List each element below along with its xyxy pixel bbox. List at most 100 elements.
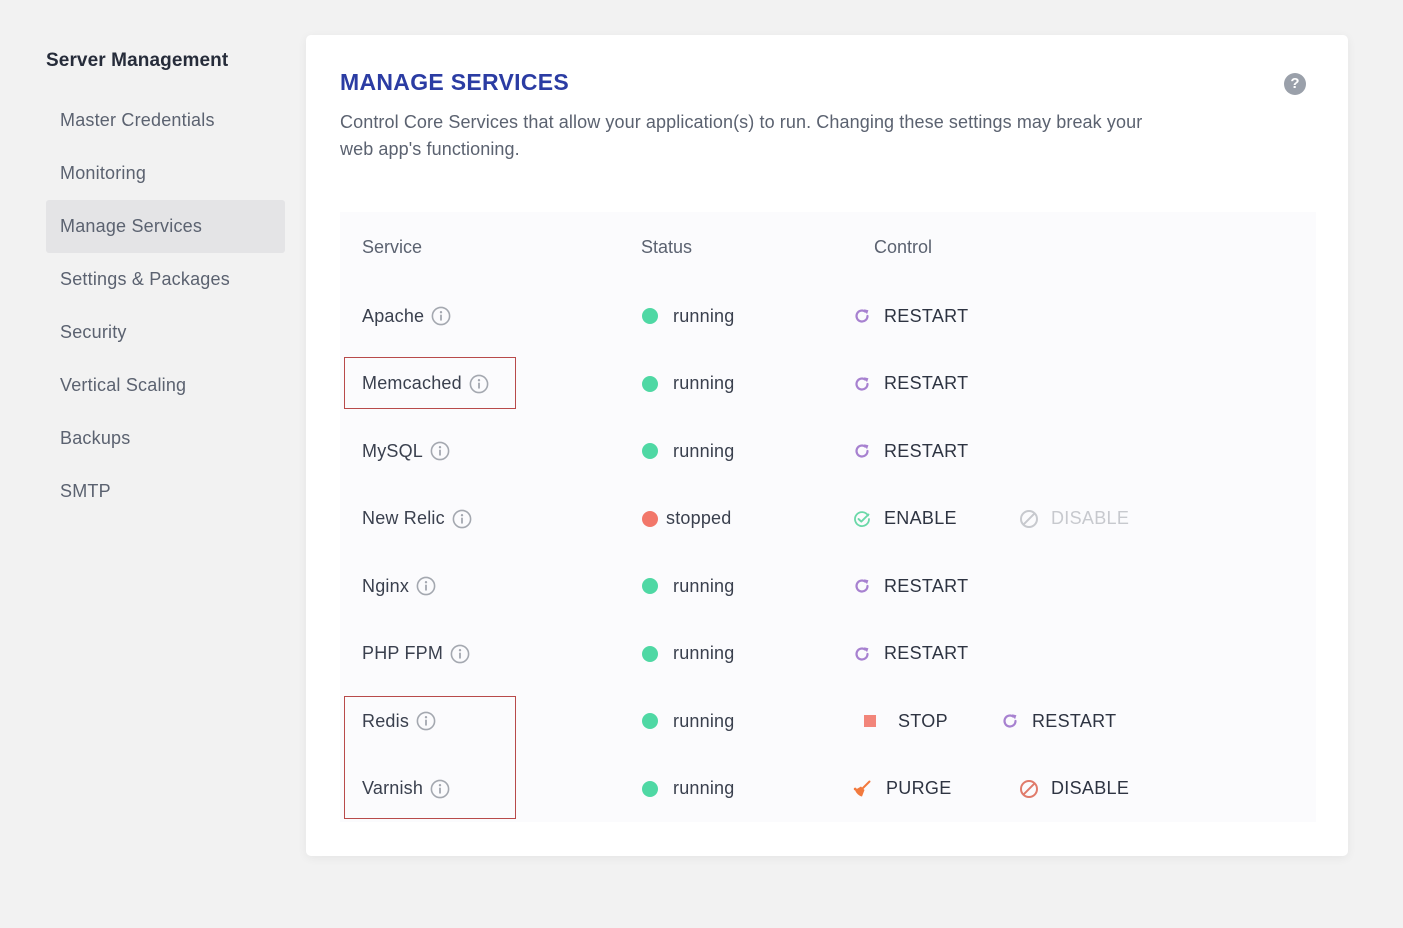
manage-services-card: MANAGE SERVICES ? Control Core Services … — [306, 35, 1348, 856]
restart-icon — [852, 441, 872, 461]
restart-icon — [852, 374, 872, 394]
info-icon[interactable] — [416, 576, 436, 596]
info-icon[interactable] — [416, 711, 436, 731]
status-cell: running — [642, 566, 734, 606]
table-row-new-relic: New Relic stopped ENABLE DISABLE — [340, 499, 1316, 539]
table-row-apache: Apache running RESTART — [340, 296, 1316, 336]
help-icon[interactable]: ? — [1284, 73, 1306, 95]
broom-icon — [852, 779, 872, 799]
table-row-memcached: Memcached running RESTART — [340, 364, 1316, 404]
sidebar-title: Server Management — [46, 50, 229, 71]
control-cell: RESTART — [852, 431, 968, 471]
restart-icon — [852, 644, 872, 664]
info-icon[interactable] — [469, 374, 489, 394]
status-text: running — [673, 575, 735, 596]
sidebar-item-security[interactable]: Security — [46, 306, 285, 359]
control-cell: ENABLE — [852, 499, 957, 539]
page-title: MANAGE SERVICES — [340, 69, 570, 95]
restart-button[interactable]: RESTART — [1000, 711, 1116, 732]
status-cell: running — [642, 769, 734, 809]
service-name: Nginx — [362, 575, 410, 596]
status-text: running — [673, 440, 735, 461]
status-indicator-icon — [642, 443, 658, 459]
disable-label: DISABLE — [1051, 778, 1130, 798]
stop-button[interactable]: STOP — [860, 711, 948, 732]
service-name: Memcached — [362, 373, 462, 393]
sidebar-item-monitoring[interactable]: Monitoring — [46, 147, 285, 200]
service-cell: Nginx — [362, 566, 436, 606]
column-header-status: Status — [641, 236, 693, 257]
service-cell: Apache — [362, 296, 451, 336]
table-row-redis: Redis running STOP RESTART — [340, 701, 1316, 741]
status-cell: running — [642, 431, 734, 471]
status-text: running — [673, 778, 735, 798]
info-icon[interactable] — [430, 441, 450, 461]
table-row-mysql: MySQL running RESTART — [340, 431, 1316, 471]
service-name: New Relic — [362, 508, 445, 528]
sidebar-item-manage-services[interactable]: Manage Services — [46, 200, 285, 253]
status-cell: stopped — [642, 499, 731, 539]
status-text: stopped — [666, 508, 732, 528]
restart-label: RESTART — [884, 305, 969, 326]
status-indicator-icon — [642, 308, 658, 324]
restart-button[interactable]: RESTART — [852, 306, 968, 327]
info-icon[interactable] — [452, 509, 472, 529]
info-icon[interactable] — [450, 644, 470, 664]
info-icon[interactable] — [430, 779, 450, 799]
restart-icon — [1000, 711, 1020, 731]
service-name: PHP FPM — [362, 643, 444, 663]
service-name: Redis — [362, 710, 410, 731]
restart-label: RESTART — [884, 575, 969, 596]
sidebar-item-smtp[interactable]: SMTP — [46, 465, 285, 518]
status-text: running — [673, 643, 735, 663]
table-row-varnish: Varnish running PURGE DISABLE — [340, 769, 1316, 809]
status-indicator-icon — [642, 645, 658, 662]
table-row-nginx: Nginx running RESTART — [340, 566, 1316, 606]
status-text: running — [673, 710, 735, 731]
status-indicator-icon — [642, 578, 658, 594]
services-table: Service Status Control Apache running RE… — [340, 212, 1316, 822]
status-indicator-icon — [642, 510, 658, 527]
sidebar-item-settings-packages[interactable]: Settings & Packages — [46, 253, 285, 306]
disable-label: DISABLE — [1051, 508, 1130, 528]
control-cell: RESTART — [852, 634, 968, 674]
column-header-service: Service — [362, 236, 423, 257]
enable-button[interactable]: ENABLE — [852, 508, 957, 529]
disable-button[interactable]: DISABLE — [1019, 778, 1129, 799]
disable-button: DISABLE — [1019, 508, 1129, 529]
service-cell: Memcached — [362, 364, 489, 404]
sidebar-item-master-credentials[interactable]: Master Credentials — [46, 94, 285, 147]
disable-icon — [1019, 779, 1039, 799]
restart-icon — [852, 306, 872, 326]
page: Server Management Master Credentials Mon… — [0, 0, 1403, 928]
status-cell: running — [642, 634, 734, 674]
restart-button[interactable]: RESTART — [852, 441, 968, 462]
status-cell: running — [642, 701, 734, 741]
restart-button[interactable]: RESTART — [852, 373, 968, 394]
page-description: Control Core Services that allow your ap… — [340, 112, 1143, 159]
service-cell: New Relic — [362, 499, 472, 539]
check-circle-icon — [852, 509, 872, 529]
enable-label: ENABLE — [884, 508, 957, 528]
control-cell: PURGE — [852, 769, 952, 809]
restart-button[interactable]: RESTART — [852, 643, 968, 664]
column-header-control: Control — [874, 236, 933, 257]
service-name: Varnish — [362, 778, 424, 798]
restart-label: RESTART — [884, 440, 969, 461]
status-text: running — [673, 305, 735, 326]
restart-icon — [852, 576, 872, 596]
sidebar-item-vertical-scaling[interactable]: Vertical Scaling — [46, 359, 285, 412]
sidebar-item-backups[interactable]: Backups — [46, 412, 285, 465]
sidebar: Server Management Master Credentials Mon… — [46, 44, 285, 518]
status-indicator-icon — [642, 713, 658, 729]
control-cell: RESTART — [1000, 701, 1116, 741]
control-cell: RESTART — [852, 566, 968, 606]
restart-label: RESTART — [1032, 710, 1117, 731]
table-row-php-fpm: PHP FPM running RESTART — [340, 634, 1316, 674]
service-cell: Varnish — [362, 769, 450, 809]
status-text: running — [673, 373, 735, 393]
purge-button[interactable]: PURGE — [852, 778, 952, 799]
restart-button[interactable]: RESTART — [852, 576, 968, 597]
info-icon[interactable] — [431, 306, 451, 326]
service-name: MySQL — [362, 440, 424, 461]
